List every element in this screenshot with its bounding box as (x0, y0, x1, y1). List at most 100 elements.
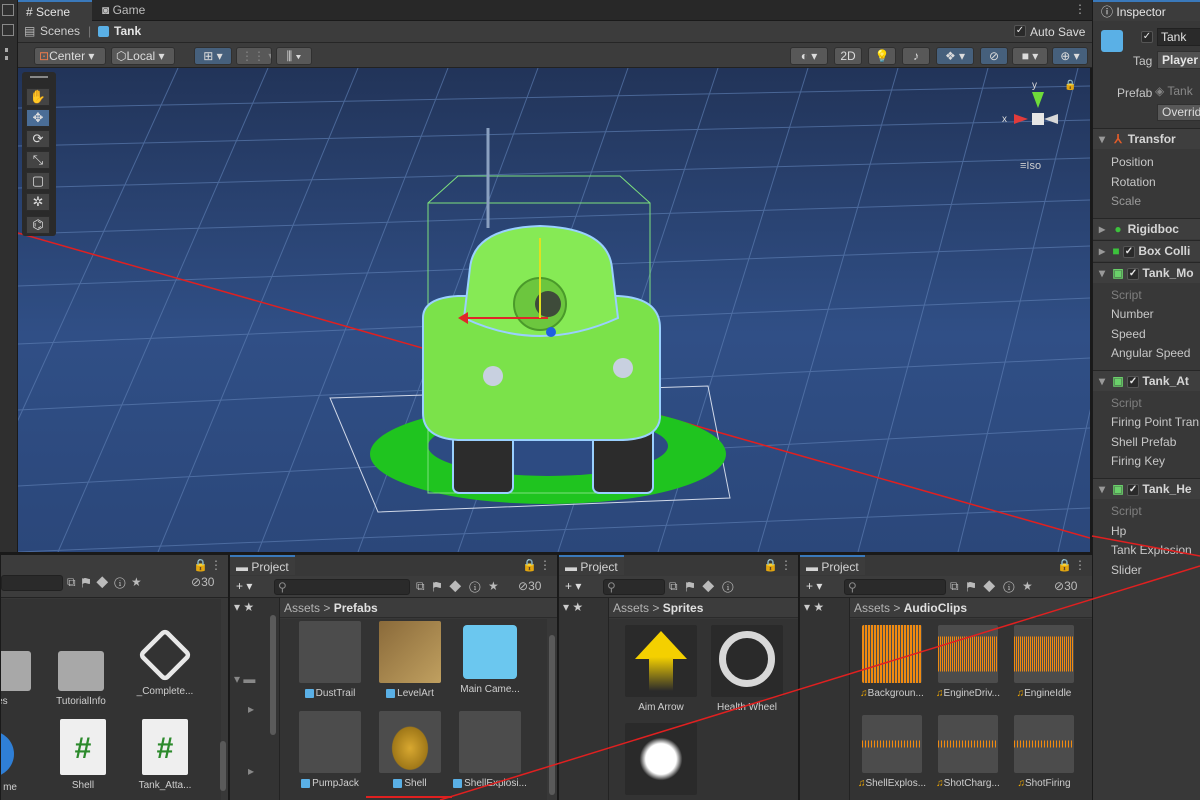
tank-health-component-header[interactable]: ▾ ▣ ✓ Tank_He (1093, 478, 1200, 499)
toggle-2d-button[interactable]: 2D (834, 47, 862, 65)
breadcrumb-assets[interactable]: Assets (284, 601, 320, 615)
asset-item[interactable]: _Complete... (125, 627, 205, 697)
asset-item[interactable]: TutorialInfo (41, 641, 121, 707)
tab-project[interactable]: ▬ Project (559, 555, 624, 575)
kebab-menu-icon[interactable]: ⋮ (210, 558, 222, 572)
toolbar-icons[interactable]: ⧉⚑◆ⓘ★ (67, 575, 147, 590)
custom-editor-tool-icon[interactable]: ⌬ (26, 216, 50, 234)
folder-tree[interactable]: ▾ ★ (559, 598, 609, 800)
scene-render[interactable] (18, 68, 1090, 552)
tank-attack-component-header[interactable]: ▾ ▣ ✓ Tank_At (1093, 370, 1200, 391)
scale-tool-icon[interactable]: ⤡ (26, 151, 50, 169)
tank-attack-enabled-checkbox[interactable]: ✓ (1127, 375, 1140, 388)
gizmo-lock-icon[interactable]: 🔒 (1064, 80, 1076, 91)
favorites-star-icon[interactable]: ▾ ★ (234, 600, 254, 614)
scrollbar[interactable] (220, 741, 226, 791)
tank-movement-component-header[interactable]: ▾ ▣ ✓ Tank_Mo (1093, 262, 1200, 283)
toolbar-icons[interactable]: ⧉⚑◆ⓘ★ (416, 579, 506, 594)
gizmo-x-cone[interactable] (1014, 114, 1028, 124)
transform-tool-icon[interactable]: ✲ (26, 193, 50, 211)
prefab-field[interactable]: ◈ Tank (1155, 84, 1200, 100)
lock-icon[interactable]: 🔒 (522, 558, 537, 572)
tab-scene[interactable]: # Scene (18, 0, 92, 21)
tag-dropdown[interactable]: Player (1157, 51, 1200, 69)
snap-increment-button[interactable]: ⋮⋮ ▾ (236, 47, 272, 65)
lock-icon[interactable]: 🔒 (763, 558, 778, 572)
asset-item[interactable]: ShellExplosi... (450, 711, 530, 789)
kebab-menu-icon[interactable]: ⋮ (1074, 2, 1086, 16)
kebab-menu-icon[interactable]: ⋮ (1074, 558, 1086, 572)
object-name-field[interactable]: Tank (1157, 28, 1200, 46)
transform-component-header[interactable]: ▾ ⅄ Transfor (1093, 128, 1200, 149)
rigidbody-component-header[interactable]: ▸ ● Rigidboc (1093, 218, 1200, 239)
active-checkbox[interactable]: ✓ (1141, 31, 1153, 43)
toolbar-icons[interactable]: ⧉⚑◆ⓘ★ (950, 579, 1040, 594)
search-input[interactable]: ⚲ (844, 579, 946, 595)
rect-tool-icon[interactable]: ▢ (26, 172, 50, 190)
move-tool-icon[interactable]: ✥ (26, 109, 50, 127)
asset-item[interactable]: tes (1, 641, 41, 707)
gizmo-center-cube[interactable] (1032, 113, 1044, 125)
projection-label[interactable]: ≡Iso (1020, 160, 1041, 172)
asset-item[interactable]: ♫ShotFiring (1006, 715, 1082, 789)
palette-drag-handle[interactable] (30, 76, 48, 78)
scrollbar[interactable] (270, 615, 276, 735)
gizmo-z-cone[interactable] (1044, 114, 1058, 124)
grid-snap-button[interactable]: ⊞ ▾ (194, 47, 232, 65)
auto-save-checkbox[interactable]: ✓ (1014, 25, 1026, 37)
create-dropdown[interactable]: + ▾ (565, 579, 581, 593)
asset-item[interactable]: ♫EngineDriv... (930, 625, 1006, 699)
asset-item[interactable]: Main Came... (450, 621, 530, 695)
camera-settings-dropdown[interactable]: ■ ▾ (1012, 47, 1048, 65)
toolbar-icons[interactable]: ⧉⚑◆ⓘ (669, 579, 742, 594)
asset-item[interactable]: DustTrail (290, 621, 370, 699)
favorites-star-icon[interactable]: ▾ ★ (563, 600, 583, 614)
box-collider-component-header[interactable]: ▸ ■ ✓ Box Colli (1093, 240, 1200, 261)
draw-mode-dropdown[interactable]: ◐ ▾ (790, 47, 828, 65)
tank-movement-enabled-checkbox[interactable]: ✓ (1127, 267, 1140, 280)
breadcrumb-assets[interactable]: Assets (613, 601, 649, 615)
lighting-toggle-icon[interactable]: 💡 (868, 47, 896, 65)
hidden-count[interactable]: ⊘30 (518, 579, 541, 593)
edge-icon[interactable] (5, 48, 8, 60)
asset-item[interactable]: ♫ShotCharg... (930, 715, 1006, 789)
tab-inspector[interactable]: ⓘ Inspector (1093, 0, 1200, 21)
create-dropdown[interactable]: + ▾ (236, 579, 252, 593)
edge-icon[interactable] (2, 4, 14, 16)
asset-item[interactable]: # Tank_Atta... (125, 719, 205, 791)
asset-item[interactable]: Shell (370, 711, 450, 789)
search-input[interactable]: ⚲ (274, 579, 410, 595)
hidden-count[interactable]: ⊘30 (191, 575, 214, 589)
create-dropdown[interactable]: + ▾ (806, 579, 822, 593)
orientation-gizmo[interactable]: y x 🔒 ≡Iso (1002, 80, 1082, 180)
edge-icon[interactable] (2, 24, 14, 36)
grid-visibility-button[interactable]: ⫼ ▾ (276, 47, 312, 65)
breadcrumb-audioclips[interactable]: AudioClips (904, 601, 967, 615)
space-mode-dropdown[interactable]: ⬡Local ▾ (111, 47, 175, 65)
asset-item[interactable]: PumpJack (290, 711, 370, 789)
audio-toggle-icon[interactable]: ♪ (902, 47, 930, 65)
lock-icon[interactable]: 🔒 (1057, 558, 1072, 572)
folder-tree[interactable]: ▾ ★ (800, 598, 850, 800)
effects-dropdown[interactable]: ❖ ▾ (936, 47, 974, 65)
asset-item[interactable]: ♫ShellExplos... (854, 715, 930, 789)
asset-item[interactable]: # Shell (43, 719, 123, 791)
gizmos-dropdown[interactable]: ⊕ ▾ (1052, 47, 1088, 65)
favorites-star-icon[interactable]: ▾ ★ (804, 600, 824, 614)
hand-tool-icon[interactable]: ✋ (26, 88, 50, 106)
scene-viewport[interactable]: ✋ ✥ ⟳ ⤡ ▢ ✲ ⌬ y x 🔒 ≡Iso (18, 68, 1090, 552)
breadcrumb-assets[interactable]: Assets (854, 601, 890, 615)
breadcrumb-tank[interactable]: Tank (114, 24, 141, 38)
asset-item[interactable]: ♫EngineIdle (1006, 625, 1082, 699)
kebab-menu-icon[interactable]: ⋮ (539, 558, 551, 572)
asset-item[interactable]: Aim Arrow (621, 625, 701, 713)
asset-item[interactable]: Health Wheel (707, 625, 787, 713)
asset-item[interactable]: LevelArt (370, 621, 450, 699)
scene-visibility-icon[interactable]: ⊘ (980, 47, 1008, 65)
pivot-mode-dropdown[interactable]: ⊡Center ▾ (34, 47, 106, 65)
breadcrumb-scenes[interactable]: Scenes (40, 24, 80, 38)
search-input[interactable] (1, 575, 63, 591)
lock-icon[interactable]: 🔒 (193, 558, 208, 572)
tab-project[interactable]: ▬ Project (230, 555, 295, 575)
tab-project[interactable]: ▬ Project (800, 555, 865, 575)
